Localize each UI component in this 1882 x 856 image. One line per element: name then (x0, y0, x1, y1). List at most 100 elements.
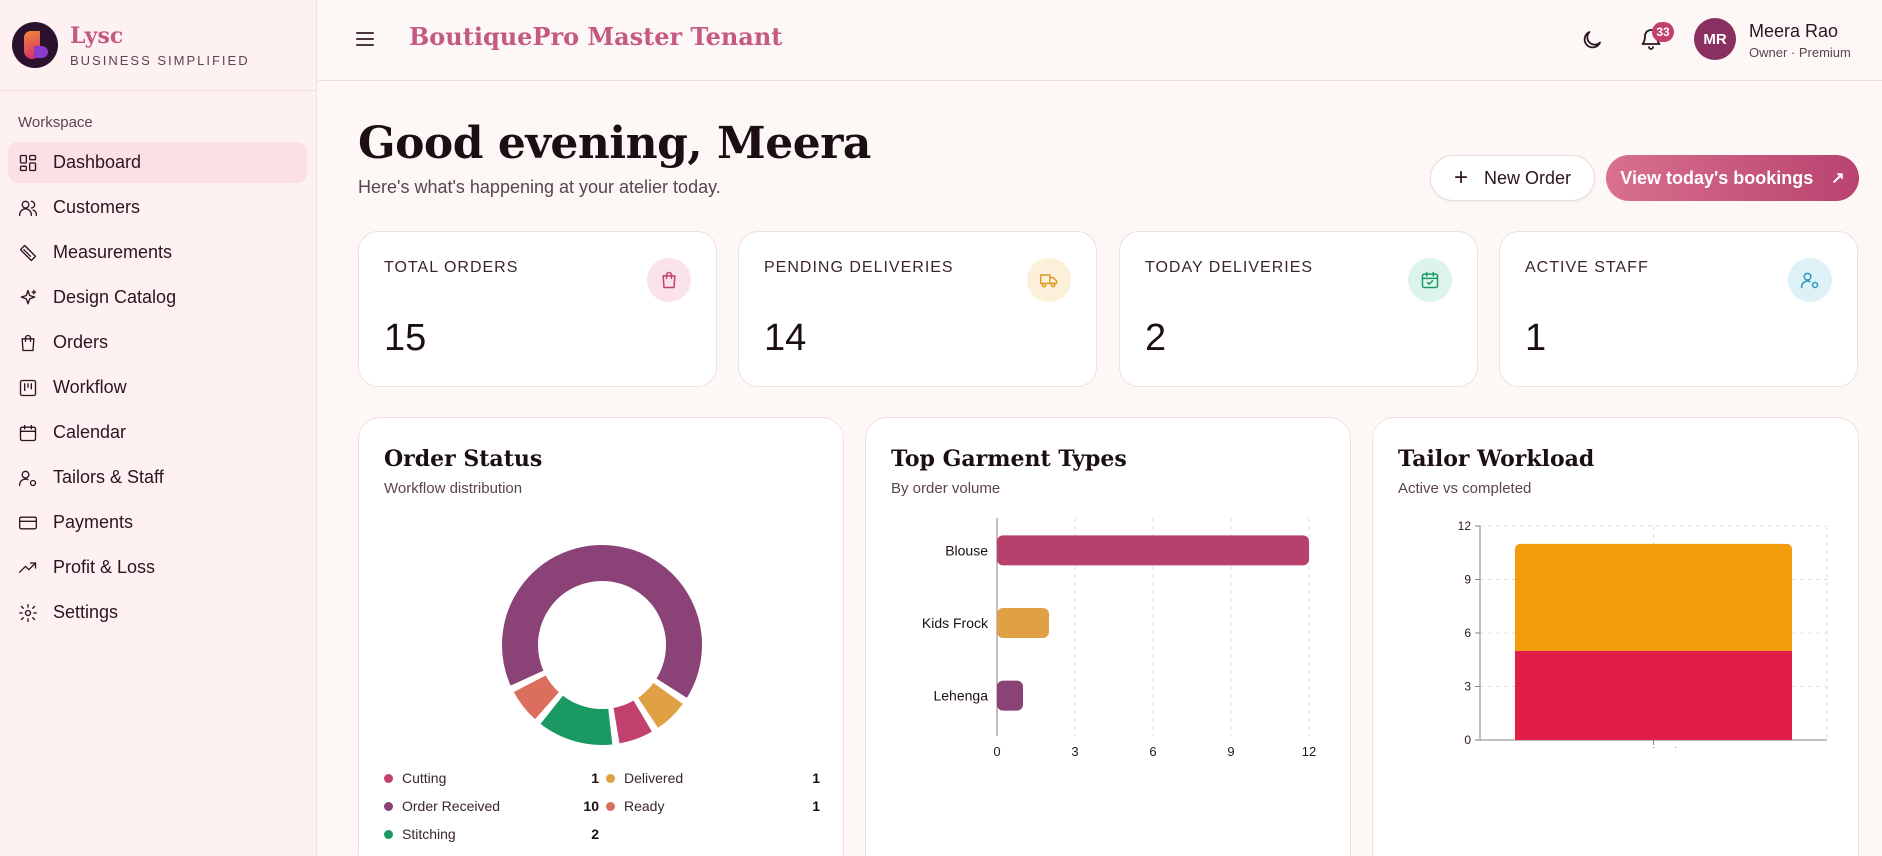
bag-icon (647, 258, 691, 302)
sidebar-item-label: Orders (53, 332, 109, 352)
card-icon (18, 513, 38, 533)
menu-toggle-icon[interactable] (356, 30, 374, 48)
sidebar-section-label: Workspace (18, 114, 93, 131)
legend-item: Order Received (384, 798, 500, 814)
tenant-title: BoutiquePro Master Tenant (409, 22, 783, 51)
stat-card-active-staff[interactable]: ACTIVE STAFF 1 (1499, 231, 1858, 387)
avatar[interactable]: MR (1694, 18, 1736, 60)
x-tick-label: 12 (1302, 744, 1316, 758)
x-tick-label: 0 (993, 744, 1000, 758)
trend-icon (18, 558, 38, 578)
stacked-bar-segment[interactable] (1515, 543, 1792, 651)
legend-label: Delivered (624, 770, 684, 786)
sidebar-item-label: Measurements (53, 242, 173, 262)
y-tick-label: 6 (1464, 626, 1471, 640)
sidebar-item-profit-loss[interactable]: Profit & Loss (8, 547, 307, 588)
bar-lehenga[interactable] (997, 680, 1023, 711)
stat-label: ACTIVE STAFF (1525, 259, 1649, 276)
user-name[interactable]: Meera Rao (1749, 21, 1838, 42)
sidebar-item-label: Calendar (53, 422, 127, 442)
stat-value: 14 (764, 317, 807, 359)
legend-item: Ready (606, 798, 664, 814)
y-tick-label: 12 (1458, 519, 1472, 533)
view-bookings-label: View today's bookings (1620, 167, 1814, 188)
sidebar-item-design-catalog[interactable]: Design Catalog (8, 277, 307, 318)
y-tick-label: 9 (1464, 573, 1471, 587)
stat-card-pending-deliveries[interactable]: PENDING DELIVERIES 14 (738, 231, 1097, 387)
card-title: Top Garment Types (891, 446, 1127, 472)
sidebar-item-measurements[interactable]: Measurements (8, 232, 307, 273)
legend-label: Cutting (402, 770, 447, 786)
garment-types-card: Top Garment Types By order volume 0 3 6 9 12… (865, 417, 1351, 856)
sidebar-item-label: Settings (53, 602, 119, 622)
sidebar-item-label: Design Catalog (53, 287, 177, 307)
sidebar-item-payments[interactable]: Payments (8, 502, 307, 543)
y-tick-label: Blouse (945, 542, 988, 558)
order-status-donut-chart (500, 543, 704, 747)
sidebar-item-label: Tailors & Staff (53, 467, 164, 487)
legend-item: Cutting (384, 770, 446, 786)
legend-value: 10 (583, 798, 599, 814)
page-subtitle: Here's what's happening at your atelier … (358, 177, 721, 197)
grid-icon (18, 153, 38, 173)
y-tick-label: 0 (1464, 733, 1471, 747)
dark-mode-toggle-icon[interactable] (1580, 28, 1604, 52)
ruler-icon (18, 243, 38, 263)
legend-value: 1 (591, 770, 599, 786)
users-icon (18, 198, 38, 218)
view-bookings-button[interactable]: View today's bookings ↗ (1606, 155, 1859, 201)
sidebar-item-workflow[interactable]: Workflow (8, 367, 307, 408)
legend-swatch (384, 829, 393, 839)
garment-types-bar-chart: 0 3 6 9 12 Blouse Kids Frock Lehenga (922, 518, 1316, 758)
brand-name: Lysc (70, 22, 124, 49)
kanban-icon (18, 378, 38, 398)
stat-card-today-deliveries[interactable]: TODAY DELIVERIES 2 (1119, 231, 1478, 387)
legend-item: Stitching (384, 826, 456, 842)
sidebar-item-label: Payments (53, 512, 134, 532)
legend-swatch (384, 801, 393, 811)
new-order-button[interactable]: + New Order (1430, 155, 1595, 201)
stat-label: TOTAL ORDERS (384, 259, 519, 276)
sidebar: Lysc BUSINESS SIMPLIFIED Workspace Dashb… (0, 0, 317, 856)
sidebar-item-orders[interactable]: Orders (8, 322, 307, 363)
user-gear-icon (18, 468, 38, 488)
sidebar-item-settings[interactable]: Settings (8, 592, 307, 633)
sidebar-item-tailors-staff[interactable]: Tailors & Staff (8, 457, 307, 498)
y-tick-label: 3 (1464, 680, 1471, 694)
sidebar-item-calendar[interactable]: Calendar (8, 412, 307, 453)
stat-value: 1 (1525, 317, 1547, 359)
page-title: Good evening, Meera (358, 118, 871, 169)
stat-card-total-orders[interactable]: TOTAL ORDERS 15 (358, 231, 717, 387)
card-subtitle: Workflow distribution (384, 480, 523, 497)
legend-value: 2 (591, 826, 599, 842)
stacked-bar-segment[interactable] (1515, 650, 1792, 740)
stat-value: 2 (1145, 317, 1167, 359)
notification-count-badge: 33 (1652, 22, 1674, 42)
sidebar-item-label: Dashboard (53, 152, 142, 172)
plus-icon: + (1453, 164, 1468, 191)
brand[interactable]: Lysc BUSINESS SIMPLIFIED (0, 0, 316, 91)
tailor-workload-card: Tailor Workload Active vs completed 0 3 6 9… (1372, 417, 1859, 856)
sidebar-item-dashboard[interactable]: Dashboard (8, 142, 307, 183)
sidebar-item-label: Profit & Loss (53, 557, 156, 577)
sidebar-item-customers[interactable]: Customers (8, 187, 307, 228)
tailor-workload-bar-chart: 0 3 6 9 12 Susheel (1458, 519, 1828, 748)
bag-icon (18, 333, 38, 353)
arrow-up-right-icon: ↗ (1831, 170, 1845, 187)
truck-icon (1027, 258, 1071, 302)
y-tick-label: Kids Frock (922, 615, 989, 631)
bar-blouse[interactable] (997, 535, 1309, 566)
legend-swatch (384, 773, 393, 783)
donut-slice-order-received[interactable] (500, 543, 704, 701)
legend-label: Ready (624, 798, 665, 814)
card-title: Order Status (384, 446, 543, 472)
legend-value: 1 (812, 770, 820, 786)
x-tick-label: 6 (1149, 744, 1156, 758)
sidebar-item-label: Workflow (53, 377, 127, 397)
sparkle-icon (18, 288, 38, 308)
bar-kids-frock[interactable] (997, 608, 1049, 638)
legend-swatch (606, 773, 615, 783)
legend-label: Stitching (402, 826, 456, 842)
new-order-label: New Order (1483, 167, 1572, 188)
calendar-icon (18, 423, 38, 443)
